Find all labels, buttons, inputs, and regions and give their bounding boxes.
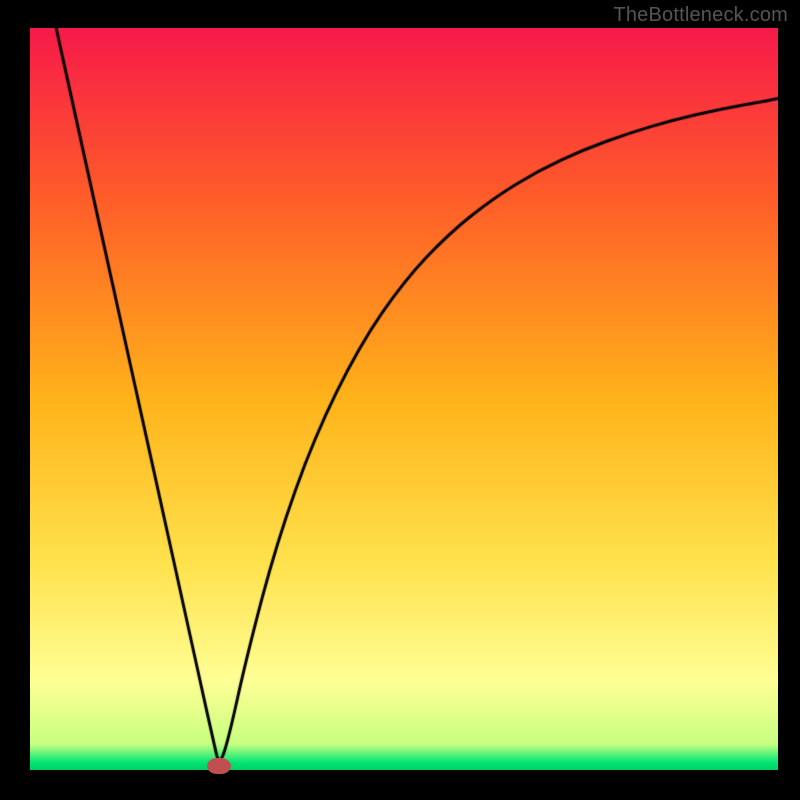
chart-frame: TheBottleneck.com <box>0 0 800 800</box>
bottleneck-curve <box>30 28 778 770</box>
plot-area <box>30 28 778 770</box>
optimum-marker <box>207 758 231 774</box>
watermark-text: TheBottleneck.com <box>613 4 788 27</box>
